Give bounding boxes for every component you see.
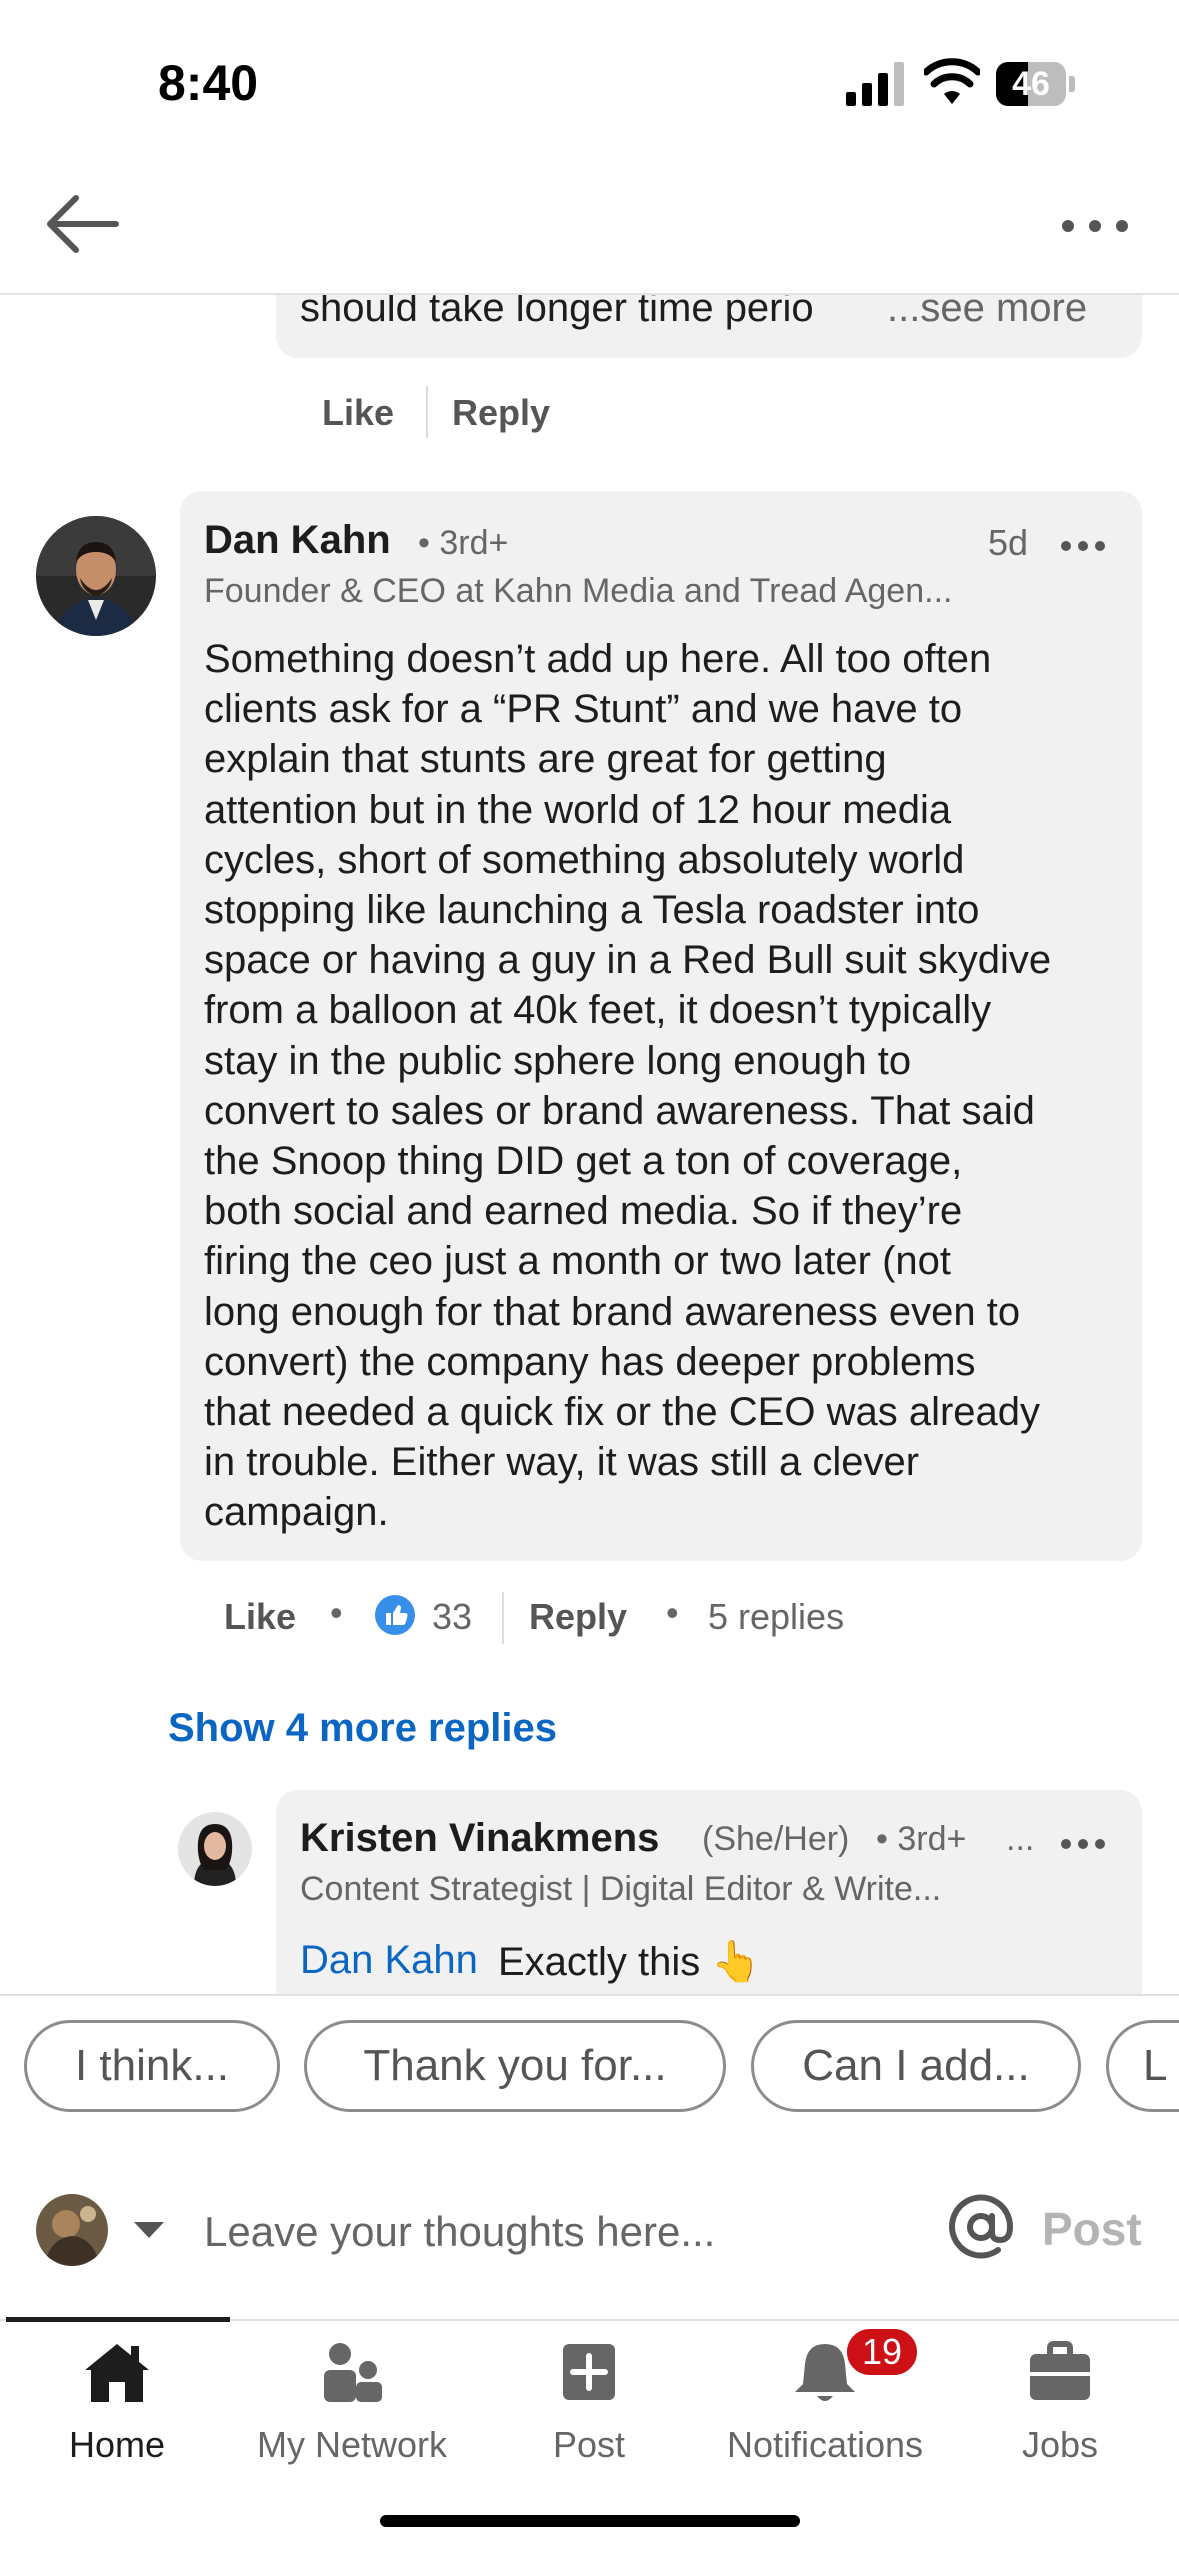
- comment-body-line: both social and earned media. So if they…: [204, 1189, 963, 1234]
- nav-label: My Network: [256, 2424, 448, 2465]
- briefcase-icon: [1030, 2341, 1090, 2400]
- comment-body-line: stopping like launching a Tesla roadster…: [204, 888, 980, 933]
- reaction-count[interactable]: 33: [432, 1596, 472, 1638]
- comment-body: Something doesn’t add up here. All too o…: [204, 634, 1124, 1538]
- suggestion-chip[interactable]: Thank you for...: [304, 2020, 726, 2112]
- nav-label: Post: [552, 2424, 626, 2465]
- status-time-overlay: 8:40: [158, 55, 259, 111]
- battery-level: 46: [1012, 65, 1050, 103]
- wifi-icon: [924, 58, 980, 104]
- separator-dot: •: [330, 1592, 343, 1633]
- replies-count-link[interactable]: 5 replies: [708, 1596, 844, 1638]
- reply-more-icon[interactable]: [1060, 1838, 1106, 1850]
- comment-author-name[interactable]: Dan Kahn: [204, 518, 391, 563]
- nav-jobs[interactable]: Jobs: [1000, 2330, 1120, 2465]
- post-icon: [563, 2344, 615, 2400]
- reply-author-pronouns: (She/Her): [702, 1820, 850, 1858]
- battery-icon: 46: [996, 62, 1076, 106]
- comment-body-line: from a balloon at 40k feet, it doesn’t t…: [204, 988, 992, 1033]
- comment-body-line: clients ask for a “PR Stunt” and we have…: [204, 687, 963, 732]
- comment-body-line: attention but in the world of 12 hour me…: [204, 787, 952, 832]
- truncation-ellipsis: ...: [1006, 1820, 1035, 1858]
- comment-author-headline: Founder & CEO at Kahn Media and Tread Ag…: [204, 572, 953, 610]
- chevron-down-icon[interactable]: [132, 2220, 166, 2240]
- cellular-signal-icon: [846, 62, 904, 106]
- comment-input[interactable]: [204, 2204, 904, 2260]
- suggestion-chip[interactable]: Can I add...: [751, 2020, 1081, 2112]
- action-divider: [502, 1592, 504, 1644]
- home-indicator: [380, 2515, 800, 2527]
- like-button[interactable]: Like: [224, 1596, 296, 1638]
- comment-body-line: convert to sales or brand awareness. Tha…: [204, 1088, 1035, 1133]
- comment-body-line: convert) the company has deeper problems: [204, 1339, 976, 1384]
- mention-at-icon[interactable]: [948, 2194, 1014, 2260]
- comment-body-line: long enough for that brand awareness eve…: [204, 1289, 1021, 1334]
- home-icon: [85, 2344, 149, 2402]
- comment-body-line: space or having a guy in a Red Bull suit…: [204, 938, 1052, 983]
- previous-reply-button[interactable]: Reply: [452, 392, 550, 434]
- nav-my-network[interactable]: My Network: [240, 2330, 464, 2465]
- post-comment-button[interactable]: Post: [1042, 2202, 1142, 2256]
- kristen-vinakmens-avatar[interactable]: [178, 1812, 252, 1886]
- nav-home[interactable]: Home: [36, 2330, 198, 2465]
- back-arrow-icon[interactable]: [44, 190, 122, 258]
- connection-degree: • 3rd+: [418, 524, 509, 562]
- network-icon: [324, 2343, 382, 2402]
- reply-connection-degree: • 3rd+: [876, 1820, 967, 1858]
- reply-button[interactable]: Reply: [529, 1596, 627, 1638]
- suggestion-chip[interactable]: I think...: [24, 2020, 280, 2112]
- comment-body-line: cycles, short of something absolutely wo…: [204, 837, 965, 882]
- like-reaction-icon[interactable]: [374, 1594, 416, 1636]
- comment-more-icon[interactable]: [1060, 540, 1106, 552]
- reply-text: Exactly this 👆: [498, 1940, 762, 1984]
- active-tab-indicator: [6, 2317, 230, 2322]
- comment-timestamp: 5d: [988, 522, 1029, 563]
- nav-label: Home: [68, 2424, 166, 2465]
- action-divider: [426, 386, 428, 438]
- comment-body-line: in trouble. Either way, it was still a c…: [204, 1440, 920, 1485]
- separator-dot: •: [666, 1592, 679, 1633]
- reply-author-name[interactable]: Kristen Vinakmens: [300, 1816, 659, 1861]
- reply-author-headline: Content Strategist | Digital Editor & Wr…: [300, 1870, 942, 1908]
- show-more-replies-link[interactable]: Show 4 more replies: [168, 1706, 557, 1751]
- nav-label: Jobs: [1021, 2424, 1099, 2465]
- mention-link[interactable]: Dan Kahn: [300, 1938, 478, 1983]
- comment-body-line: stay in the public sphere long enough to: [204, 1038, 912, 1083]
- previous-like-button[interactable]: Like: [322, 392, 394, 434]
- nav-post[interactable]: Post: [526, 2330, 652, 2465]
- comment-body-line: campaign.: [204, 1490, 389, 1535]
- header-divider: [0, 293, 1179, 295]
- comment-body-line: Something doesn’t add up here. All too o…: [204, 637, 992, 681]
- dan-kahn-avatar[interactable]: [36, 516, 156, 636]
- more-options-icon[interactable]: [1060, 206, 1130, 246]
- comment-body-line: the Snoop thing DID get a ton of coverag…: [204, 1139, 963, 1184]
- comment-body-line: explain that stunts are great for gettin…: [204, 737, 887, 782]
- notifications-badge: 19: [844, 2326, 920, 2378]
- nav-label: Notifications: [726, 2424, 924, 2465]
- comment-body-line: that needed a quick fix or the CEO was a…: [204, 1390, 1041, 1435]
- comment-body-line: firing the ceo just a month or two later…: [204, 1239, 952, 1284]
- my-avatar[interactable]: [36, 2194, 108, 2266]
